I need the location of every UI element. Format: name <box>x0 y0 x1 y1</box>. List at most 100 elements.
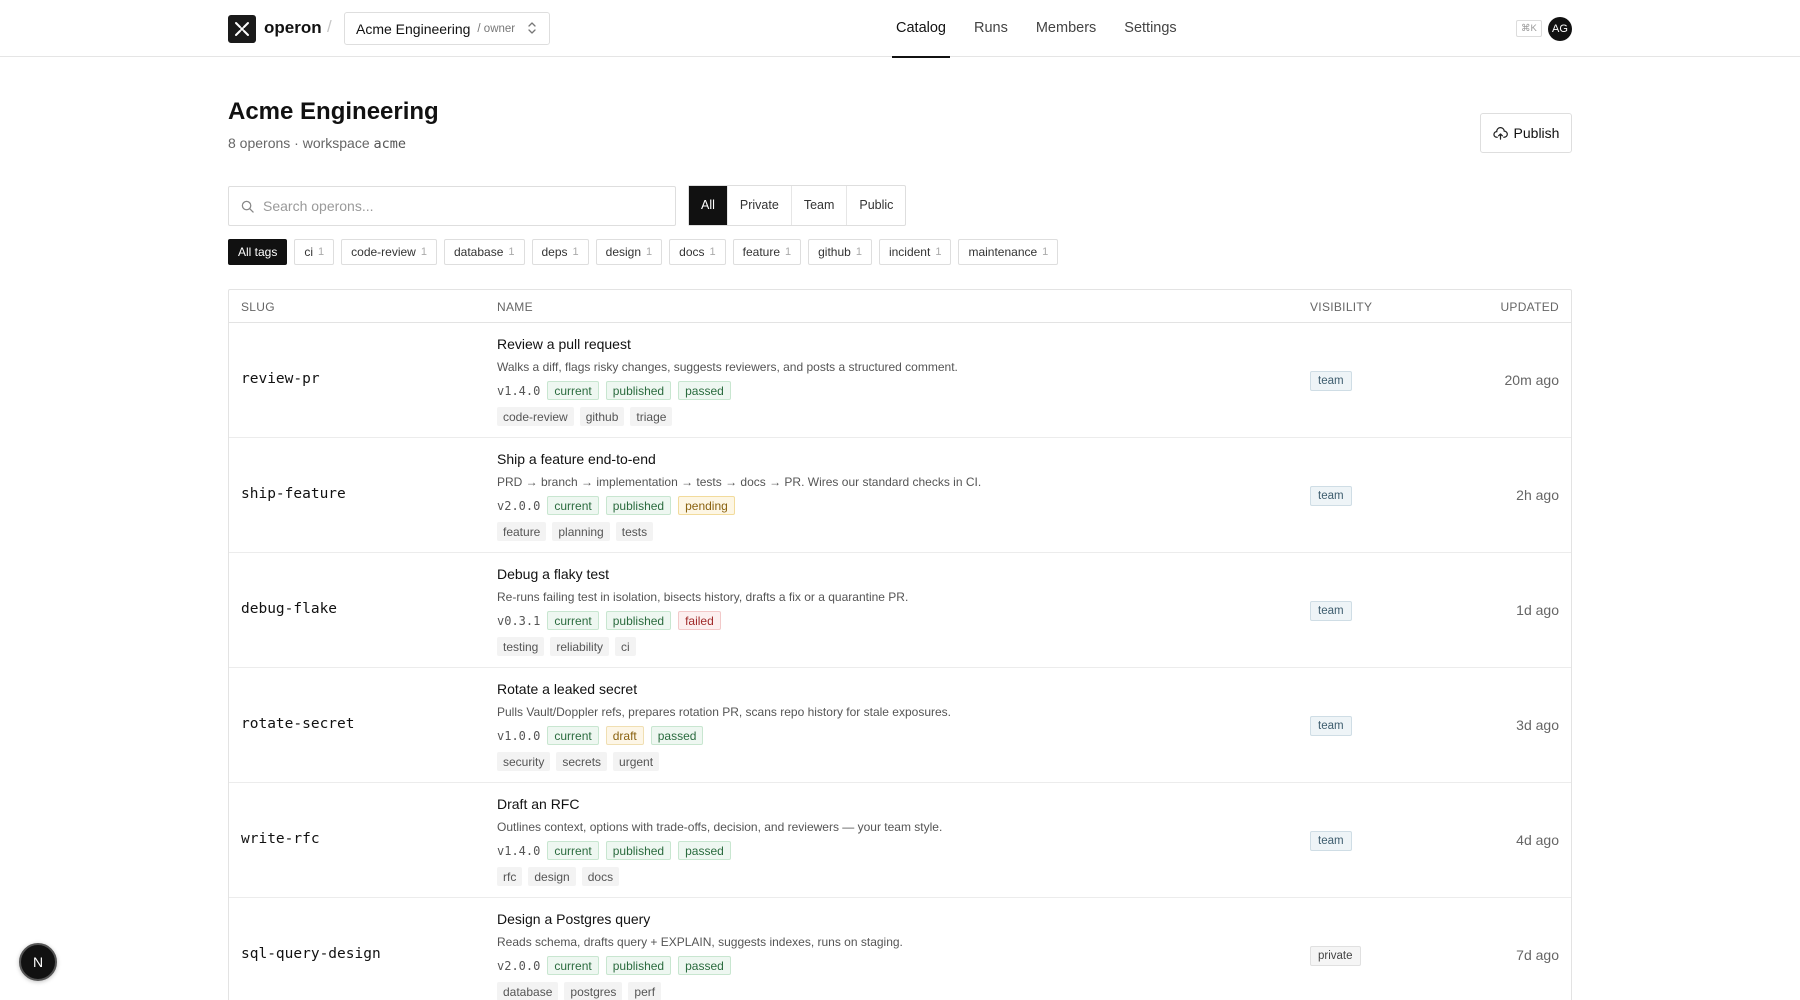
column-header-visibility[interactable]: VISIBILITY <box>1310 300 1372 314</box>
operon-tag[interactable]: feature <box>497 522 547 541</box>
filter-all[interactable]: All <box>689 186 728 225</box>
operon-tag[interactable]: postgres <box>564 982 623 1000</box>
tag-filter-count: 1 <box>318 246 325 258</box>
operon-tag[interactable]: code-review <box>497 407 574 426</box>
tag-filter-ci[interactable]: ci 1 <box>294 239 335 265</box>
operon-table: SLUG NAME VISIBILITY UPDATED review-pr Re… <box>228 289 1572 1000</box>
tag-filter-docs[interactable]: docs 1 <box>669 239 726 265</box>
tag-filter-count: 1 <box>935 246 942 258</box>
operon-name[interactable]: Ship a feature end-to-end <box>497 451 656 467</box>
operon-tag[interactable]: docs <box>581 867 620 886</box>
operon-tags: security secrets urgent <box>497 752 665 771</box>
operon-name[interactable]: Debug a flaky test <box>497 566 609 582</box>
tag-filter-count: 1 <box>1042 246 1049 258</box>
chevron-up-down-icon <box>527 21 537 40</box>
column-header-slug[interactable]: SLUG <box>241 300 275 314</box>
operon-tag[interactable]: ci <box>615 637 636 656</box>
filter-private[interactable]: Private <box>728 186 792 225</box>
table-row[interactable]: rotate-secret Rotate a leaked secret Pulls… <box>229 668 1571 783</box>
operon-description: Walks a diff, flags risky changes, sugge… <box>497 360 958 374</box>
table-row[interactable]: review-pr Review a pull request Walks a di… <box>229 323 1571 438</box>
filter-team[interactable]: Team <box>792 186 848 225</box>
tag-filter-design[interactable]: design 1 <box>595 239 663 265</box>
tag-filter-feature[interactable]: feature 1 <box>732 239 802 265</box>
operon-tags: testing reliability ci <box>497 637 642 656</box>
tag-filter-code-review[interactable]: code-review 1 <box>341 239 437 265</box>
nav-catalog[interactable]: Catalog <box>892 0 950 58</box>
breadcrumb-separator: / <box>327 17 332 36</box>
operon-tag[interactable]: tests <box>615 522 654 541</box>
operon-logo-icon[interactable] <box>228 15 256 43</box>
operon-tag[interactable]: planning <box>552 522 610 541</box>
tag-filter-github[interactable]: github 1 <box>808 239 872 265</box>
table-row[interactable]: sql-query-design Design a Postgres query R… <box>229 898 1571 1000</box>
search-input[interactable] <box>263 198 643 214</box>
status-badge: published <box>605 381 672 400</box>
status-badge: passed <box>650 726 704 745</box>
column-header-name[interactable]: NAME <box>497 300 533 314</box>
table-body: review-pr Review a pull request Walks a di… <box>229 323 1571 1000</box>
search-box <box>228 186 676 226</box>
operon-tag[interactable]: testing <box>497 637 545 656</box>
filter-public[interactable]: Public <box>847 186 905 225</box>
nav-members[interactable]: Members <box>1032 0 1100 57</box>
tag-filter-incident[interactable]: incident 1 <box>878 239 952 265</box>
tag-filter-label: github <box>818 245 851 259</box>
nav-settings[interactable]: Settings <box>1120 0 1180 57</box>
next-dev-badge[interactable]: N <box>19 943 57 981</box>
operon-tag[interactable]: secrets <box>556 752 608 771</box>
operon-tag[interactable]: database <box>497 982 559 1000</box>
operon-description: PRD → branch → implementation → tests → … <box>497 475 982 489</box>
tag-filter-all[interactable]: All tags <box>228 239 288 265</box>
operon-tag[interactable]: rfc <box>497 867 523 886</box>
column-header-updated[interactable]: UPDATED <box>1500 300 1559 314</box>
operon-name[interactable]: Review a pull request <box>497 336 631 352</box>
status-badge: draft <box>605 726 644 745</box>
operon-tags: rfc design docs <box>497 867 625 886</box>
operon-tag[interactable]: reliability <box>550 637 610 656</box>
command-palette-shortcut[interactable]: ⌘K <box>1516 20 1542 37</box>
publish-button[interactable]: Publish <box>1480 113 1572 153</box>
tag-filter-count: 1 <box>785 246 792 258</box>
operon-slug[interactable]: review-pr <box>241 371 320 387</box>
tag-filter-maintenance[interactable]: maintenance 1 <box>958 239 1059 265</box>
operon-slug[interactable]: ship-feature <box>241 486 346 502</box>
updated-time: 2h ago <box>1516 487 1559 503</box>
operon-slug[interactable]: rotate-secret <box>241 716 355 732</box>
status-badge: current <box>547 726 599 745</box>
operon-slug[interactable]: sql-query-design <box>241 946 381 962</box>
nav-runs[interactable]: Runs <box>970 0 1012 57</box>
visibility-badge: team <box>1310 716 1352 736</box>
tag-filter-deps[interactable]: deps 1 <box>531 239 589 265</box>
table-row[interactable]: write-rfc Draft an RFC Outlines context, o… <box>229 783 1571 898</box>
operon-tag[interactable]: security <box>497 752 551 771</box>
table-row[interactable]: debug-flake Debug a flaky test Re-runs fai… <box>229 553 1571 668</box>
operon-description: Outlines context, options with trade-off… <box>497 820 943 834</box>
operon-meta: v0.3.1 current published failed <box>497 611 728 630</box>
status-badge: published <box>605 956 672 975</box>
operon-name[interactable]: Draft an RFC <box>497 796 579 812</box>
operon-tag[interactable]: urgent <box>613 752 660 771</box>
tag-filter-label: database <box>453 245 504 259</box>
operon-tag[interactable]: github <box>579 407 625 426</box>
tag-filter-count: 1 <box>855 246 862 258</box>
brand-name[interactable]: operon <box>264 18 322 38</box>
status-badge: current <box>547 381 599 400</box>
status-badge: published <box>605 496 672 515</box>
operon-version: v1.4.0 <box>497 843 541 858</box>
tag-filter-database[interactable]: database 1 <box>443 239 525 265</box>
operon-description: Reads schema, drafts query + EXPLAIN, su… <box>497 935 903 949</box>
table-row[interactable]: ship-feature Ship a feature end-to-end PRD… <box>229 438 1571 553</box>
operon-tag[interactable]: triage <box>630 407 673 426</box>
operon-name[interactable]: Design a Postgres query <box>497 911 650 927</box>
operon-tag[interactable]: design <box>528 867 576 886</box>
operon-name[interactable]: Rotate a leaked secret <box>497 681 637 697</box>
user-avatar[interactable]: AG <box>1548 17 1572 41</box>
operon-tag[interactable]: perf <box>628 982 662 1000</box>
workspace-switcher[interactable]: Acme Engineering / owner <box>344 12 550 45</box>
operon-meta: v2.0.0 current published pending <box>497 496 742 515</box>
tag-filter-count: 1 <box>572 246 579 258</box>
updated-time: 20m ago <box>1504 372 1559 388</box>
operon-slug[interactable]: debug-flake <box>241 601 337 617</box>
operon-slug[interactable]: write-rfc <box>241 831 320 847</box>
